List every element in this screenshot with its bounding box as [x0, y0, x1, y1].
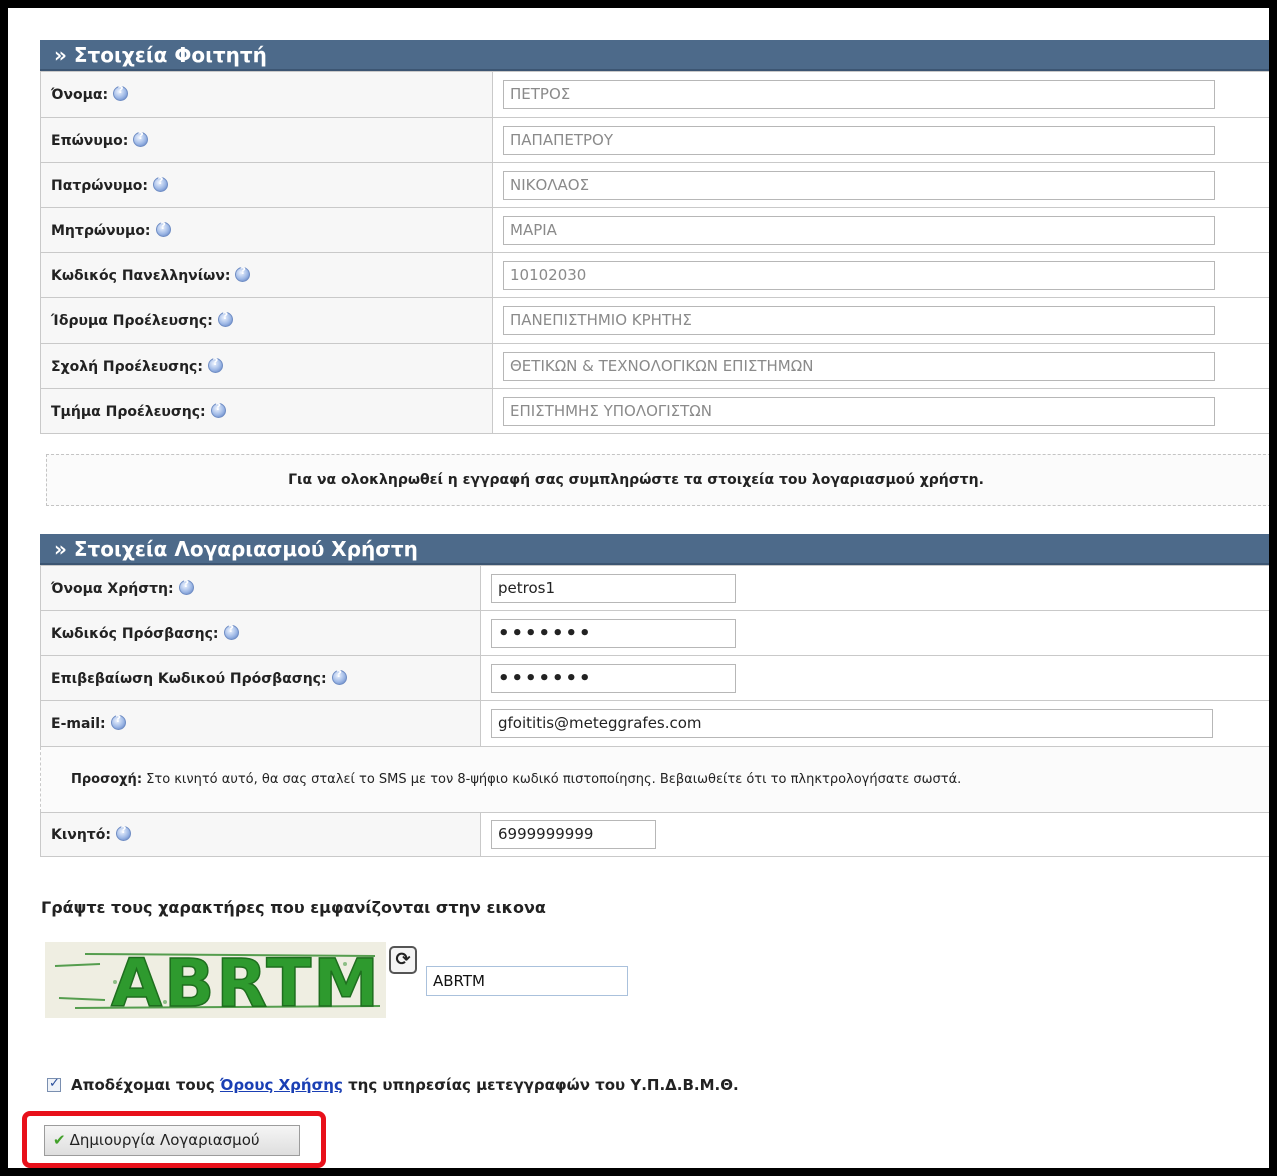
field-label: Σχολή Προέλευσης: [51, 358, 203, 375]
captcha-text: ABRTM [111, 945, 381, 1018]
field-label: E-mail: [51, 716, 106, 732]
terms-suffix: της υπηρεσίας μετεγγραφών του Υ.Π.Δ.Β.Μ.… [342, 1076, 739, 1094]
help-icon[interactable] [210, 402, 226, 418]
field-label: Τμήμα Προέλευσης: [51, 403, 206, 420]
captcha-art: ABRTM [45, 942, 386, 1023]
field-label: Πατρώνυμο: [51, 177, 148, 194]
origin-institution-field: ΠΑΝΕΠΙΣΤΗΜΙΟ ΚΡΗΤΗΣ [503, 306, 1215, 335]
student-table: Όνομα: ΠΕΤΡΟΣ Επώνυμο: ΠΑΠΑΠΕΤΡΟΥ Πατρών… [40, 71, 1269, 434]
terms-checkbox[interactable] [47, 1076, 61, 1092]
table-row: Πατρώνυμο: ΝΙΚΟΛΑΟΣ [40, 162, 1269, 208]
account-section-title: » Στοιχεία Λογαριασμού Χρήστη [40, 534, 1269, 565]
exam-code-field: 10102030 [503, 260, 1215, 290]
table-row: Κινητό: 6999999999 [40, 812, 1269, 857]
table-row: Επώνυμο: ΠΑΠΑΠΕΤΡΟΥ [40, 117, 1269, 163]
mobile-input[interactable]: 6999999999 [491, 820, 656, 849]
warning-text: Στο κινητό αυτό, θα σας σταλεί το SMS με… [142, 772, 962, 787]
create-account-label: Δημιουργία Λογαριασμού [69, 1131, 260, 1149]
help-icon[interactable] [178, 579, 194, 595]
field-label: Όνομα: [51, 87, 109, 103]
table-row: Κωδικός Πανελληνίων: 10102030 [40, 252, 1269, 298]
field-label: Επιβεβαίωση Κωδικού Πρόσβασης: [51, 670, 327, 687]
email-input[interactable]: gfoititis@meteggrafes.com [491, 709, 1213, 738]
table-row: Μητρώνυμο: ΜΑΡΙΑ [40, 207, 1269, 253]
help-icon[interactable] [217, 311, 233, 327]
create-button-highlight: ✔ Δημιουργία Λογαριασμού [22, 1111, 326, 1168]
father-name-field: ΝΙΚΟΛΑΟΣ [503, 170, 1215, 200]
table-row: Τμήμα Προέλευσης: ΕΠΙΣΤΗΜΗΣ ΥΠΟΛΟΓΙΣΤΩΝ [40, 388, 1269, 434]
account-table: Όνομα Χρήστη: petros1 Κωδικός Πρόσβασης:… [40, 565, 1269, 857]
field-label: Επώνυμο: [51, 132, 129, 149]
page-canvas: » Στοιχεία Φοιτητή Όνομα: ΠΕΤΡΟΣ Επώνυμο… [8, 8, 1269, 1168]
student-section-title: » Στοιχεία Φοιτητή [40, 40, 1269, 71]
terms-line: Αποδέχομαι τους Όρους Χρήσης της υπηρεσί… [47, 1076, 739, 1094]
field-label: Κινητό: [51, 827, 111, 843]
help-icon[interactable] [207, 357, 223, 373]
origin-department-field: ΕΠΙΣΤΗΜΗΣ ΥΠΟΛΟΓΙΣΤΩΝ [503, 396, 1215, 426]
help-icon[interactable] [115, 825, 131, 841]
captcha-input[interactable]: ABRTM [426, 966, 628, 996]
confirm-password-input[interactable]: ••••••• [491, 663, 736, 693]
student-section: » Στοιχεία Φοιτητή Όνομα: ΠΕΤΡΟΣ Επώνυμο… [40, 40, 1269, 434]
table-row: E-mail: gfoititis@meteggrafes.com [40, 700, 1269, 747]
help-icon[interactable] [331, 669, 347, 685]
username-input[interactable]: petros1 [491, 573, 736, 603]
warning-bold: Προσοχή: [71, 772, 143, 787]
field-label: Κωδικός Πανελληνίων: [51, 267, 231, 284]
check-icon: ✔ [53, 1131, 66, 1149]
warning-row: Προσοχή: Στο κινητό αυτό, θα σας σταλεί … [40, 746, 1269, 813]
table-row: Όνομα: ΠΕΤΡΟΣ [40, 71, 1269, 118]
help-icon[interactable] [133, 131, 149, 147]
captcha-image: ABRTM [45, 942, 386, 1023]
table-row: Κωδικός Πρόσβασης: ••••••• [40, 610, 1269, 656]
mother-name-field: ΜΑΡΙΑ [503, 215, 1215, 245]
field-label: Κωδικός Πρόσβασης: [51, 625, 219, 642]
table-row: Σχολή Προέλευσης: ΘΕΤΙΚΩΝ & ΤΕΧΝΟΛΟΓΙΚΩΝ… [40, 343, 1269, 389]
terms-link[interactable]: Όρους Χρήσης [220, 1076, 343, 1094]
field-label: Μητρώνυμο: [51, 222, 151, 239]
help-icon[interactable] [152, 176, 168, 192]
field-label: Ίδρυμα Προέλευσης: [51, 313, 213, 329]
create-account-button[interactable]: ✔ Δημιουργία Λογαριασμού [44, 1125, 300, 1156]
captcha-title: Γράψτε τους χαρακτήρες που εμφανίζονται … [41, 898, 546, 917]
refresh-icon: ⟳ [395, 949, 411, 970]
field-label: Όνομα Χρήστη: [51, 580, 174, 597]
help-icon[interactable] [223, 624, 239, 640]
account-section: » Στοιχεία Λογαριασμού Χρήστη Όνομα Χρήσ… [40, 534, 1269, 857]
first-name-field: ΠΕΤΡΟΣ [503, 80, 1215, 109]
help-icon[interactable] [235, 266, 251, 282]
help-icon[interactable] [113, 85, 129, 101]
table-row: Όνομα Χρήστη: petros1 [40, 565, 1269, 611]
table-row: Ίδρυμα Προέλευσης: ΠΑΝΕΠΙΣΤΗΜΙΟ ΚΡΗΤΗΣ [40, 297, 1269, 344]
terms-prefix: Αποδέχομαι τους [71, 1076, 220, 1094]
origin-school-field: ΘΕΤΙΚΩΝ & ΤΕΧΝΟΛΟΓΙΚΩΝ ΕΠΙΣΤΗΜΩΝ [503, 351, 1215, 381]
info-message: Για να ολοκληρωθεί η εγγραφή σας συμπληρ… [46, 454, 1269, 506]
last-name-field: ΠΑΠΑΠΕΤΡΟΥ [503, 125, 1215, 155]
password-input[interactable]: ••••••• [491, 618, 736, 648]
refresh-captcha-button[interactable]: ⟳ [389, 946, 417, 974]
table-row: Επιβεβαίωση Κωδικού Πρόσβασης: ••••••• [40, 655, 1269, 701]
help-icon[interactable] [155, 221, 171, 237]
help-icon[interactable] [110, 714, 126, 730]
